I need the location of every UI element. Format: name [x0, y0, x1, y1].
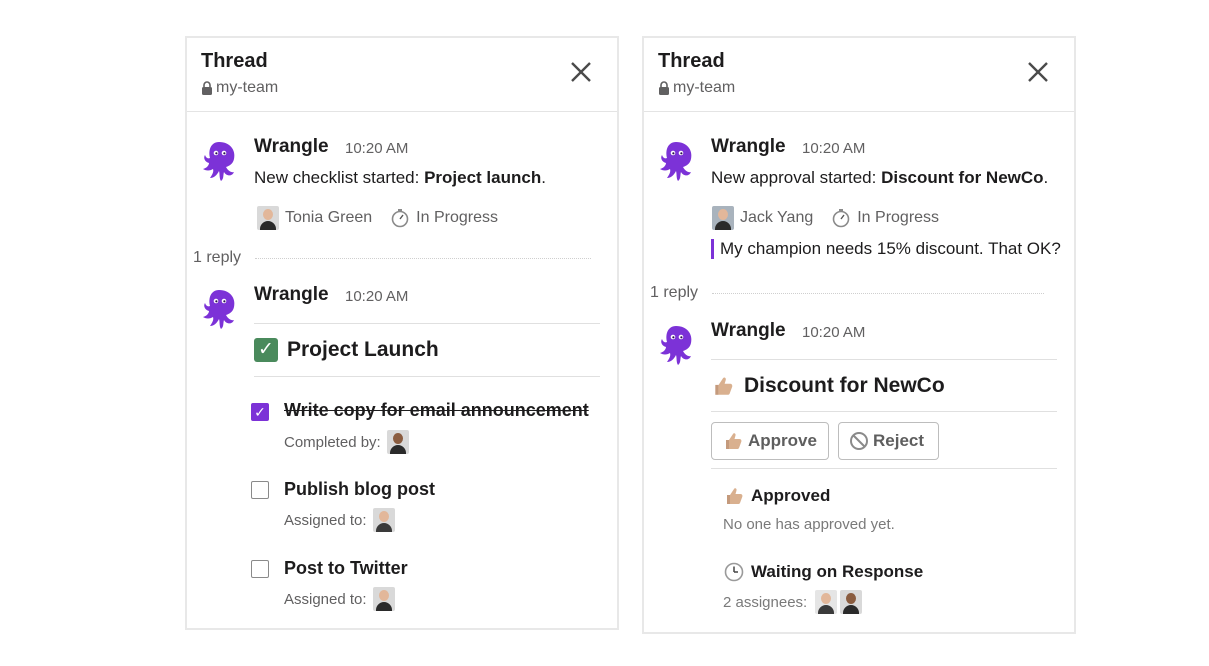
- waiting-title-label: Waiting on Response: [751, 562, 924, 581]
- message-meta: Tonia Green In Progress: [257, 206, 498, 230]
- thread-header: Thread my-team: [187, 38, 617, 112]
- checklist-checkbox[interactable]: [251, 560, 269, 578]
- avatar[interactable]: [815, 590, 838, 614]
- reply-divider: [255, 257, 592, 259]
- status-label: In Progress: [857, 209, 940, 226]
- approve-button-label: Approve: [748, 431, 817, 450]
- message-time[interactable]: 10:20 AM: [345, 288, 408, 305]
- reject-button[interactable]: Reject: [838, 422, 939, 460]
- assigned-to-label: Assigned to:: [284, 511, 367, 529]
- message-text-prefix: New checklist started:: [254, 168, 425, 187]
- checklist-item-label: Write copy for email announcement: [284, 400, 589, 420]
- channel-name[interactable]: my-team: [201, 79, 278, 97]
- checklist-checkbox[interactable]: ✓: [251, 403, 269, 421]
- assignee-name: Tonia Green: [285, 209, 373, 226]
- lock-icon: [658, 81, 670, 95]
- reply-count-label: 1 reply: [650, 284, 699, 301]
- assignee-name: Jack Yang: [740, 209, 814, 226]
- divider: [254, 323, 600, 324]
- assignees-label: 2 assignees:: [723, 593, 808, 611]
- no-entry-icon: [850, 432, 868, 450]
- avatar[interactable]: [372, 587, 395, 611]
- message-text-suffix: .: [1043, 168, 1049, 187]
- octopus-icon[interactable]: [656, 138, 696, 182]
- lock-icon: [201, 81, 213, 95]
- close-icon[interactable]: [567, 58, 595, 86]
- checklist-item-sub: Completed by:: [284, 430, 409, 454]
- avatar[interactable]: [840, 590, 863, 614]
- approved-section-text: No one has approved yet.: [723, 516, 895, 533]
- checklist-item-label: Post to Twitter: [284, 558, 408, 578]
- message-author[interactable]: Wrangle: [711, 320, 786, 342]
- approved-title-label: Approved: [751, 486, 831, 505]
- checklist-checkbox[interactable]: [251, 481, 269, 499]
- reply-count-label: 1 reply: [193, 249, 242, 266]
- checklist-item-sub: Assigned to:: [284, 508, 395, 532]
- octopus-icon[interactable]: [199, 138, 239, 182]
- channel-label: my-team: [216, 79, 279, 96]
- assignee-avatars: [815, 590, 863, 614]
- divider: [711, 359, 1057, 360]
- assigned-to-label: Assigned to:: [284, 590, 367, 608]
- card-title: ✓ Project Launch: [254, 338, 439, 362]
- message-text-prefix: New approval started:: [711, 168, 882, 187]
- octopus-icon[interactable]: [656, 322, 696, 366]
- checklist-item-sub: Assigned to:: [284, 587, 395, 611]
- message-text-suffix: .: [541, 168, 546, 187]
- waiting-section-text: 2 assignees:: [723, 590, 863, 614]
- message-time[interactable]: 10:20 AM: [345, 140, 408, 157]
- waiting-section-title: Waiting on Response: [723, 562, 923, 582]
- reject-button-label: Reject: [873, 431, 925, 450]
- card-title: Discount for NewCo: [711, 374, 945, 398]
- check-box-emoji-icon: ✓: [254, 338, 278, 362]
- card-title-label: Project Launch: [287, 338, 439, 361]
- approved-section-title: Approved: [723, 486, 830, 506]
- message-author[interactable]: Wrangle: [254, 284, 329, 306]
- close-icon[interactable]: [1024, 58, 1052, 86]
- message-quote: My champion needs 15% discount. That OK?: [711, 239, 1061, 259]
- message-time[interactable]: 10:20 AM: [802, 140, 865, 157]
- thread-title: Thread: [201, 50, 268, 72]
- divider: [254, 376, 600, 377]
- avatar[interactable]: [372, 508, 395, 532]
- message-text-bold: Discount for NewCo: [881, 168, 1044, 187]
- thumbs-up-icon: [726, 433, 742, 449]
- message-text: New approval started: Discount for NewCo…: [711, 168, 1048, 188]
- divider: [711, 411, 1057, 412]
- message-meta: Jack Yang In Progress: [712, 206, 939, 230]
- message-author[interactable]: Wrangle: [254, 136, 329, 158]
- message-text-bold: Project launch: [424, 168, 542, 187]
- avatar[interactable]: [386, 430, 409, 454]
- message-author[interactable]: Wrangle: [711, 136, 786, 158]
- completed-by-label: Completed by:: [284, 433, 381, 451]
- thumbs-up-icon: [715, 377, 733, 395]
- avatar[interactable]: [712, 206, 734, 230]
- checklist-item-label: Publish blog post: [284, 479, 435, 499]
- divider: [711, 468, 1057, 469]
- reply-divider: [712, 292, 1045, 294]
- message-time[interactable]: 10:20 AM: [802, 324, 865, 341]
- message-text: New checklist started: Project launch.: [254, 168, 546, 188]
- card-title-label: Discount for NewCo: [744, 374, 945, 397]
- stopwatch-icon: [391, 208, 409, 228]
- clock-icon: [724, 562, 744, 582]
- thread-header: Thread my-team: [644, 38, 1074, 112]
- thread-panel-approval: Thread my-team Wrangle 10:20 AM New appr…: [642, 36, 1076, 634]
- reply-count: 1 reply: [193, 249, 592, 267]
- status-label: In Progress: [416, 209, 498, 226]
- octopus-icon[interactable]: [199, 286, 239, 330]
- approve-button[interactable]: Approve: [711, 422, 829, 460]
- thread-title: Thread: [658, 50, 725, 72]
- avatar[interactable]: [257, 206, 279, 230]
- reply-count: 1 reply: [650, 284, 1045, 302]
- thread-panel-checklist: Thread my-team Wrangle 10:20 AM New chec…: [185, 36, 619, 630]
- channel-name[interactable]: my-team: [658, 79, 735, 97]
- stopwatch-icon: [832, 208, 850, 228]
- thumbs-up-icon: [727, 488, 743, 504]
- channel-label: my-team: [673, 79, 736, 96]
